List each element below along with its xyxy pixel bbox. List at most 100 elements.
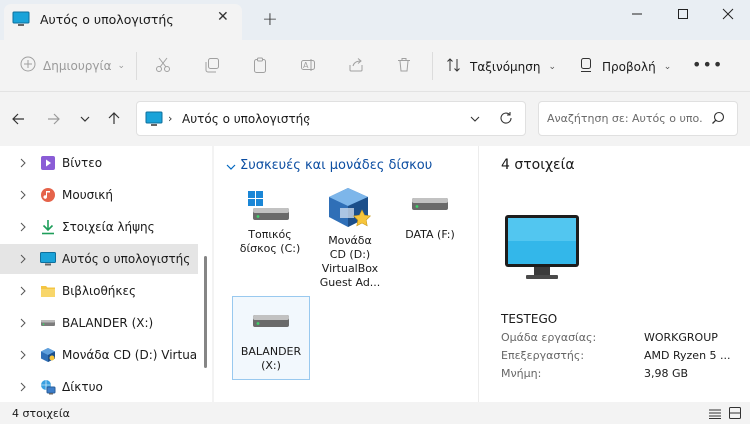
nav-item-downloads[interactable]: Στοιχεία λήψης xyxy=(0,212,198,242)
address-dropdown-icon[interactable] xyxy=(469,113,481,128)
nav-item-libraries[interactable]: Βιβλιοθήκες xyxy=(0,276,198,306)
drive-label: BALANDER (X:) xyxy=(240,345,302,372)
forward-arrow-icon[interactable] xyxy=(47,112,61,129)
recent-locations-icon[interactable] xyxy=(79,113,91,128)
add-icon xyxy=(20,56,36,75)
detail-key: Επεξεργαστής: xyxy=(501,349,585,362)
share-icon[interactable] xyxy=(348,57,364,73)
sort-button[interactable]: Ταξινόμηση ⌄ xyxy=(446,57,556,76)
computer-icon xyxy=(12,11,30,30)
drive-item-cd[interactable]: Μονάδα CD (D:) VirtualBox Guest Ad... xyxy=(311,186,389,290)
new-button[interactable]: Δημιουργία ⌄ xyxy=(20,56,125,75)
tab-close-icon[interactable]: ✕ xyxy=(217,9,229,25)
nav-scrollbar[interactable] xyxy=(204,256,207,368)
nav-item-label: Μουσική xyxy=(62,188,113,202)
details-item-count: 4 στοιχεία xyxy=(501,157,575,173)
minimize-icon[interactable] xyxy=(613,0,661,28)
group-collapse-icon[interactable] xyxy=(226,161,236,175)
music-icon xyxy=(40,187,56,203)
breadcrumb-separator-icon[interactable]: › xyxy=(306,112,310,125)
nav-item-balander[interactable]: BALANDER (X:) xyxy=(0,308,198,338)
chevron-down-icon: ⌄ xyxy=(548,61,557,72)
nav-item-label: Βίντεο xyxy=(62,156,103,170)
computer-icon xyxy=(40,251,56,267)
group-title: Συσκευές και μονάδες δίσκου xyxy=(240,158,433,173)
svg-text:A: A xyxy=(303,61,309,70)
chevron-right-icon[interactable] xyxy=(18,381,28,395)
paste-icon[interactable] xyxy=(252,57,268,73)
chevron-down-icon: ⌄ xyxy=(663,61,672,72)
view-label: Προβολή xyxy=(602,59,656,74)
detail-key: Μνήμη: xyxy=(501,367,542,380)
status-bar xyxy=(0,402,750,424)
nav-item-label: Αυτός ο υπολογιστής xyxy=(62,252,191,266)
nav-item-cd-drive[interactable]: Μονάδα CD (D:) VirtualBo xyxy=(0,340,198,370)
chevron-right-icon[interactable] xyxy=(18,253,28,267)
search-input[interactable]: Αναζήτηση σε: Αυτός ο υπο... xyxy=(547,112,703,125)
nav-item-label: Στοιχεία λήψης xyxy=(62,220,155,234)
detail-key: Ομάδα εργασίας: xyxy=(501,331,597,344)
cut-icon[interactable] xyxy=(155,57,171,73)
detail-value: 3,98 GB xyxy=(644,367,689,380)
computer-icon xyxy=(145,111,163,130)
network-icon xyxy=(40,379,56,395)
monitor-icon xyxy=(504,214,580,289)
nav-item-label: BALANDER (X:) xyxy=(62,316,154,330)
drive-label: Τοπικός δίσκος (C:) xyxy=(239,228,301,255)
breadcrumb-computer[interactable]: Αυτός ο υπολογιστής xyxy=(182,112,310,126)
drive-item-f[interactable]: DATA (F:) xyxy=(391,186,469,242)
more-options-icon[interactable]: ••• xyxy=(692,55,723,74)
nav-item-video[interactable]: Βίντεο xyxy=(0,148,198,178)
drive-item-c[interactable]: Τοπικός δίσκος (C:) xyxy=(231,186,309,256)
virtualbox-cd-icon xyxy=(311,186,389,230)
drive-item-x[interactable]: BALANDER (X:) xyxy=(232,296,310,380)
chevron-right-icon[interactable] xyxy=(18,157,28,171)
new-tab-icon[interactable]: + xyxy=(262,8,278,30)
navigation-pane: Βίντεο Μουσική Στοιχεία λήψης Αυτός ο υπ… xyxy=(0,146,212,402)
computer-name: TESTEGO xyxy=(501,312,558,326)
chevron-right-icon[interactable] xyxy=(18,221,28,235)
back-arrow-icon[interactable] xyxy=(11,112,25,129)
nav-item-this-pc[interactable]: Αυτός ο υπολογιστής xyxy=(0,244,198,274)
search-icon[interactable] xyxy=(711,111,725,128)
maximize-icon[interactable] xyxy=(659,0,707,28)
chevron-right-icon[interactable] xyxy=(18,349,28,363)
downloads-icon xyxy=(40,219,56,235)
nav-item-label: Μονάδα CD (D:) VirtualBo xyxy=(62,348,198,362)
toolbar-divider xyxy=(136,52,137,80)
nav-item-network[interactable]: Δίκτυο xyxy=(0,372,198,402)
toolbar-divider xyxy=(432,52,433,80)
tiles-view-icon[interactable] xyxy=(729,407,741,422)
sort-icon xyxy=(446,57,462,76)
drive-icon xyxy=(233,303,309,341)
folder-icon xyxy=(40,283,56,299)
new-label: Δημιουργία xyxy=(43,58,112,73)
view-icon xyxy=(578,57,594,76)
up-arrow-icon[interactable] xyxy=(107,111,121,128)
breadcrumb-separator-icon: › xyxy=(168,112,173,125)
drive-label: Μονάδα CD (D:) VirtualBox Guest Ad... xyxy=(319,234,381,289)
drive-label: DATA (F:) xyxy=(405,228,455,241)
status-item-count: 4 στοιχεία xyxy=(12,407,70,420)
chevron-right-icon[interactable] xyxy=(18,285,28,299)
close-window-icon[interactable] xyxy=(704,0,750,28)
nav-item-music[interactable]: Μουσική xyxy=(0,180,198,210)
chevron-right-icon[interactable] xyxy=(18,317,28,331)
chevron-down-icon: ⌄ xyxy=(117,60,126,71)
detail-value: AMD Ryzen 5 ... xyxy=(644,349,731,362)
copy-icon[interactable] xyxy=(204,57,220,73)
delete-icon[interactable] xyxy=(396,57,412,73)
windows-drive-icon xyxy=(231,186,309,224)
nav-item-label: Δίκτυο xyxy=(62,380,103,394)
chevron-right-icon[interactable] xyxy=(18,189,28,203)
virtualbox-icon xyxy=(40,347,56,363)
view-button[interactable]: Προβολή ⌄ xyxy=(578,57,671,76)
drive-icon xyxy=(391,186,469,224)
refresh-icon[interactable] xyxy=(499,111,513,128)
details-view-icon[interactable] xyxy=(709,408,721,422)
video-icon xyxy=(40,155,56,171)
drive-icon xyxy=(40,315,56,331)
rename-icon[interactable]: A xyxy=(300,57,316,73)
sort-label: Ταξινόμηση xyxy=(470,59,541,74)
detail-value: WORKGROUP xyxy=(644,331,718,344)
